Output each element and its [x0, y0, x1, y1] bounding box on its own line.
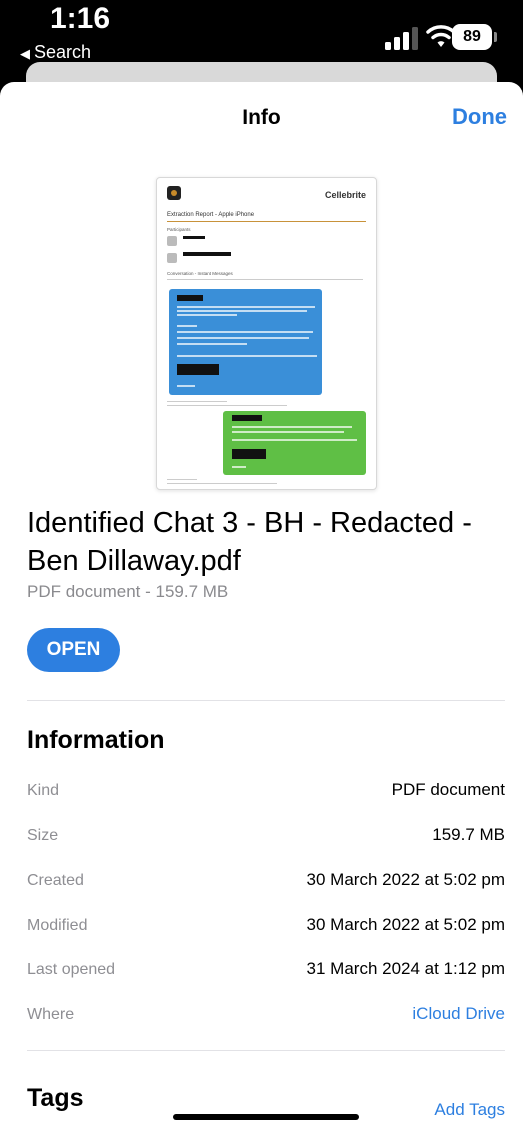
- info-label: Size: [27, 827, 59, 844]
- battery-cap: [494, 32, 497, 42]
- section-divider: [27, 1050, 505, 1051]
- redaction-bar: [232, 415, 262, 421]
- app-logo-icon: [167, 186, 181, 200]
- info-row-created: Created 30 March 2022 at 5:02 pm: [27, 866, 505, 902]
- status-time: 1:16: [50, 2, 111, 35]
- document-preview[interactable]: Cellebrite Extraction Report - Apple iPh…: [156, 177, 377, 490]
- preview-divider: [167, 279, 363, 280]
- info-label: Where: [27, 1006, 75, 1023]
- info-value: PDF document: [391, 780, 505, 799]
- info-sheet: Info Done Cellebrite Extraction Report -…: [0, 82, 523, 1122]
- back-to-search-link[interactable]: ◀ Search: [20, 42, 91, 63]
- info-row-kind: Kind PDF document: [27, 776, 505, 812]
- info-label: Kind: [27, 782, 60, 799]
- back-arrow-icon: ◀: [20, 46, 30, 61]
- preview-report-title: Extraction Report - Apple iPhone: [167, 212, 255, 218]
- info-label: Last opened: [27, 961, 116, 978]
- redaction-bar: [177, 364, 219, 375]
- file-name: Identified Chat 3 - BH - Redacted - Ben …: [27, 507, 472, 577]
- battery-indicator: 89: [452, 24, 492, 50]
- preview-conversation-label: Conversation - Instant Messages: [167, 271, 233, 276]
- info-label: Modified: [27, 917, 88, 934]
- redaction-bar: [177, 295, 203, 301]
- info-row-modified: Modified 30 March 2022 at 5:02 pm: [27, 911, 505, 947]
- icloud-drive-link[interactable]: iCloud Drive: [412, 1004, 505, 1024]
- info-label: Created: [27, 872, 84, 889]
- add-tags-button[interactable]: Add Tags: [434, 1100, 505, 1120]
- info-value: 31 March 2024 at 1:12 pm: [306, 959, 505, 978]
- tags-title: Tags: [27, 1084, 84, 1112]
- file-subtitle: PDF document - 159.7 MB: [27, 582, 229, 601]
- info-value: 30 March 2022 at 5:02 pm: [306, 915, 505, 934]
- preview-rule: [167, 221, 366, 222]
- home-indicator[interactable]: [173, 1114, 359, 1120]
- preview-brand: Cellebrite: [324, 190, 366, 200]
- redaction-bar: [232, 449, 266, 459]
- back-label: Search: [34, 42, 92, 62]
- done-button[interactable]: Done: [452, 104, 507, 130]
- open-button[interactable]: OPEN: [27, 628, 120, 672]
- participant-avatar-icon: [167, 236, 177, 246]
- info-row-last-opened: Last opened 31 March 2024 at 1:12 pm: [27, 955, 505, 991]
- info-row-size: Size 159.7 MB: [27, 821, 505, 857]
- preview-participants-label: Participants: [167, 227, 191, 232]
- section-divider: [27, 700, 505, 701]
- green-message-bubble: [223, 411, 366, 475]
- info-row-where: Where iCloud Drive: [27, 1000, 505, 1036]
- info-value: 159.7 MB: [432, 825, 505, 844]
- participant-avatar-icon: [167, 253, 177, 263]
- cellular-signal-icon: [385, 27, 418, 50]
- redaction-bar: [183, 252, 231, 256]
- blue-message-bubble: [169, 289, 322, 395]
- redaction-bar: [183, 236, 205, 239]
- nav-title: Info: [242, 106, 281, 129]
- information-title: Information: [27, 726, 165, 754]
- info-value: 30 March 2022 at 5:02 pm: [306, 870, 505, 889]
